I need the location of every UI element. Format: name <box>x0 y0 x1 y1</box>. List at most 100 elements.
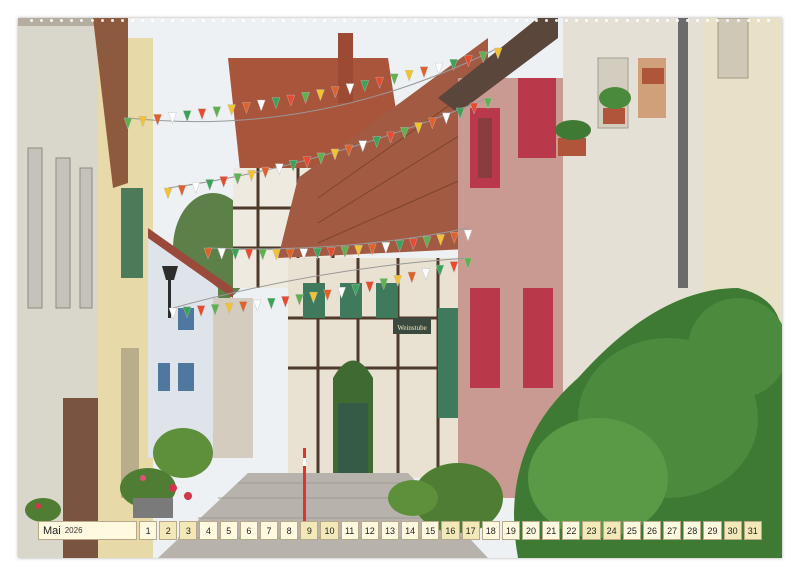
punch-hole <box>645 19 649 22</box>
punch-hole <box>443 19 447 22</box>
day-cell: 31 <box>743 521 762 540</box>
punch-hole <box>272 19 276 22</box>
punch-hole <box>110 19 114 22</box>
punch-hole <box>191 19 195 22</box>
punch-hole <box>70 19 74 22</box>
day-cell: 10 <box>320 521 339 540</box>
punch-hole <box>80 19 84 22</box>
day-cell: 7 <box>259 521 279 540</box>
punch-hole <box>332 19 336 22</box>
punch-hole <box>524 19 528 22</box>
left-planter <box>153 428 213 478</box>
day-cell: 29 <box>703 521 722 540</box>
punch-hole <box>241 19 245 22</box>
punch-hole <box>373 19 377 22</box>
calendar-photo: Weinstube <box>18 18 782 558</box>
day-cell: 12 <box>360 521 379 540</box>
drainpipe <box>678 18 688 288</box>
punch-hole <box>312 19 316 22</box>
punch-hole <box>231 19 235 22</box>
punch-hole <box>625 19 629 22</box>
punch-hole <box>221 19 225 22</box>
punch-hole <box>363 19 367 22</box>
punch-hole <box>262 19 266 22</box>
punch-hole <box>342 19 346 22</box>
punch-hole <box>161 19 165 22</box>
punch-hole <box>696 19 700 22</box>
punch-hole <box>474 19 478 22</box>
punch-hole <box>756 19 760 22</box>
punch-hole <box>504 19 508 22</box>
punch-hole <box>766 19 770 22</box>
punch-hole <box>686 19 690 22</box>
punch-hole <box>453 19 457 22</box>
punch-hole <box>393 19 397 22</box>
punch-hole <box>726 19 730 22</box>
calendar-strip: Mai 2026 1 2 3 4 5 6 7 8 9 10 11 12 13 14 15 16 17 18 19 20… <box>38 521 762 540</box>
punch-hole <box>120 19 124 22</box>
day-cell: 19 <box>501 521 520 540</box>
day-cell: 13 <box>380 521 400 540</box>
punch-hole <box>403 19 407 22</box>
street-scene: Weinstube <box>18 18 782 558</box>
punch-hole <box>141 19 145 22</box>
punch-hole <box>554 19 558 22</box>
punch-hole <box>181 19 185 22</box>
punch-hole <box>130 19 134 22</box>
punch-hole <box>635 19 639 22</box>
day-cell: 3 <box>179 521 198 540</box>
month-name: Mai <box>43 524 61 537</box>
punch-hole <box>100 19 104 22</box>
day-cell: 15 <box>421 521 440 540</box>
punch-hole <box>292 19 296 22</box>
punch-hole <box>514 19 518 22</box>
day-cell: 22 <box>562 521 581 540</box>
punch-hole <box>706 19 710 22</box>
punch-hole <box>605 19 609 22</box>
day-cell: 26 <box>642 521 662 540</box>
day-cells: 1 2 3 4 5 6 7 8 9 10 11 12 13 14 15 16 17 18 19 20 21 22 23 24 2… <box>139 521 762 540</box>
punch-hole <box>564 19 568 22</box>
spiral-binding <box>30 19 770 25</box>
day-cell: 5 <box>219 521 238 540</box>
punch-hole <box>433 19 437 22</box>
punch-hole <box>655 19 659 22</box>
punch-hole <box>534 19 538 22</box>
punch-hole <box>322 19 326 22</box>
punch-hole <box>746 19 750 22</box>
day-cell: 17 <box>461 521 480 540</box>
punch-hole <box>302 19 306 22</box>
day-cell: 8 <box>280 521 299 540</box>
punch-hole <box>282 19 286 22</box>
punch-hole <box>464 19 468 22</box>
day-cell: 30 <box>723 521 742 540</box>
punch-hole <box>676 19 679 22</box>
day-cell: 16 <box>441 521 460 540</box>
punch-hole <box>494 19 498 22</box>
day-cell: 6 <box>239 521 258 540</box>
punch-hole <box>60 19 64 22</box>
day-cell: 25 <box>622 521 641 540</box>
month-label: Mai 2026 <box>38 521 137 540</box>
punch-hole <box>353 19 356 22</box>
punch-hole <box>40 19 44 22</box>
punch-hole <box>211 19 215 22</box>
shop-sign-text: Weinstube <box>397 324 426 332</box>
day-cell: 21 <box>542 521 561 540</box>
year-label: 2026 <box>64 526 83 535</box>
punch-hole <box>665 19 669 22</box>
day-cell: 1 <box>139 521 158 540</box>
day-cell: 2 <box>159 521 178 540</box>
day-cell: 14 <box>401 521 420 540</box>
day-cell: 27 <box>663 521 682 540</box>
day-cell: 9 <box>300 521 319 540</box>
punch-hole <box>252 19 256 22</box>
punch-hole <box>30 19 33 22</box>
punch-hole <box>413 19 417 22</box>
punch-hole <box>575 19 579 22</box>
punch-hole <box>615 19 619 22</box>
day-cell: 28 <box>683 521 702 540</box>
day-cell: 20 <box>521 521 541 540</box>
day-cell: 11 <box>340 521 359 540</box>
punch-hole <box>544 19 548 22</box>
